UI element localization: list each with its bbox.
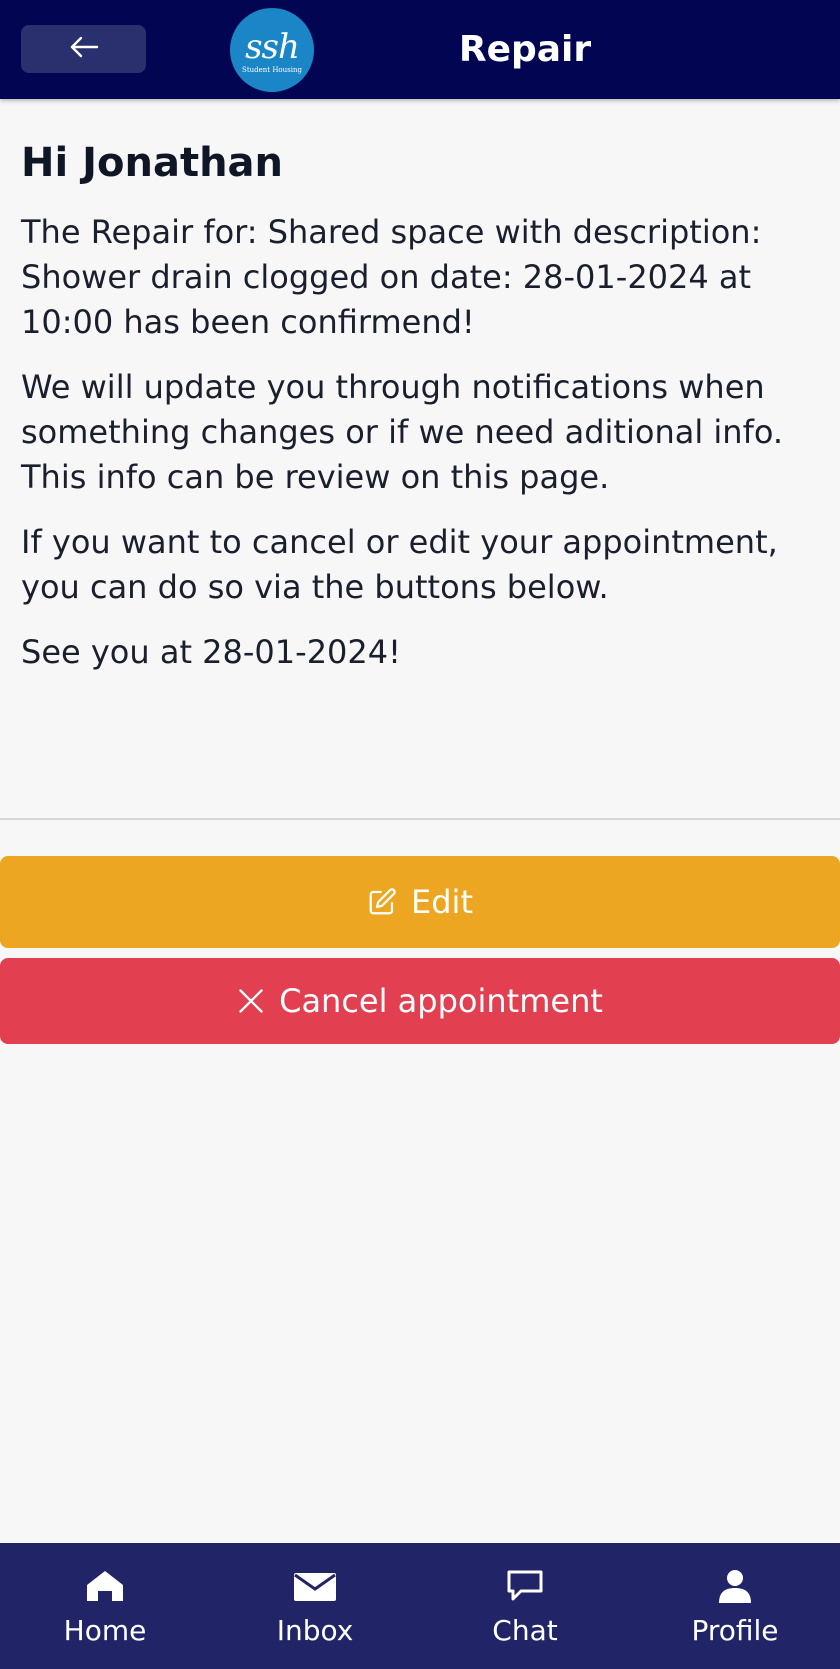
nav-label-inbox: Inbox [276, 1614, 354, 1647]
nav-item-chat[interactable]: Chat [420, 1543, 630, 1669]
edit-button-label: Edit [411, 883, 473, 921]
instructions-paragraph: If you want to cancel or edit your appoi… [21, 523, 778, 606]
confirmation-content: Hi Jonathan The Repair for: Shared space… [21, 130, 821, 675]
divider [0, 818, 840, 820]
nav-label-home: Home [63, 1614, 147, 1647]
nav-label-chat: Chat [492, 1614, 558, 1647]
greeting-heading: Hi Jonathan [21, 140, 284, 186]
close-icon [237, 987, 265, 1015]
top-bar: ssh Student Housing Repair [0, 0, 840, 99]
nav-item-home[interactable]: Home [0, 1543, 210, 1669]
cancel-button-label: Cancel appointment [279, 982, 603, 1020]
app-root: ssh Student Housing Repair Hi Jonathan T… [0, 0, 840, 1669]
confirmation-paragraph: The Repair for: Shared space with descri… [21, 213, 762, 341]
chat-icon [505, 1569, 545, 1603]
nav-item-inbox[interactable]: Inbox [210, 1543, 420, 1669]
nav-item-profile[interactable]: Profile [630, 1543, 840, 1669]
edit-button[interactable]: Edit [0, 856, 840, 948]
user-icon [715, 1569, 755, 1603]
nav-label-profile: Profile [691, 1614, 779, 1647]
cancel-appointment-button[interactable]: Cancel appointment [0, 958, 840, 1044]
closing-paragraph: See you at 28-01-2024! [21, 633, 401, 671]
bottom-navigation: Home Inbox Chat Profile [0, 1543, 840, 1669]
edit-icon [367, 887, 397, 917]
page-title: Repair [458, 29, 592, 70]
notification-paragraph: We will update you through notifications… [21, 368, 784, 496]
home-icon [85, 1569, 125, 1603]
mail-icon [293, 1569, 337, 1603]
